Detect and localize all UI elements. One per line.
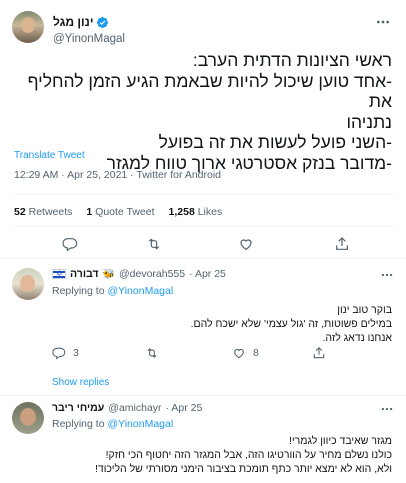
retweet-button[interactable] xyxy=(145,346,159,360)
israel-flag-icon xyxy=(52,269,66,279)
retweets-stat[interactable]: 52 Retweets xyxy=(14,206,72,218)
replying-to: Replying to @YinonMagal xyxy=(52,418,173,430)
reply-text: בוקר טוב ינון במילים פשוטות, זה 'גול עצמ… xyxy=(191,303,392,345)
replying-to: Replying to @YinonMagal xyxy=(52,285,173,297)
retweet-icon[interactable] xyxy=(146,236,162,252)
quotes-stat[interactable]: 1 Quote Tweet xyxy=(86,206,154,218)
reply-avatar[interactable] xyxy=(12,268,44,300)
divider xyxy=(12,194,394,195)
reply-date[interactable]: · Apr 25 xyxy=(189,268,226,280)
replying-handle[interactable]: @YinonMagal xyxy=(107,418,173,430)
tweet-text-line: -אחד טוען שיכול להיות שבאמת הגיע הזמן לה… xyxy=(27,70,392,112)
reply-icon xyxy=(52,347,66,360)
tweet-stats: 52 Retweets 1 Quote Tweet 1,258 Likes xyxy=(14,206,222,218)
reply-text-line: אנחנו נדאג לזה. xyxy=(322,332,393,344)
quotes-label: Quote Tweet xyxy=(95,206,155,218)
reply-handle[interactable]: @amichayr xyxy=(108,402,161,414)
reply-count: 3 xyxy=(73,347,79,359)
tweet-text-line: ראשי הציונות הדתית הערב: xyxy=(192,50,392,70)
reply-icon[interactable] xyxy=(62,236,78,252)
verified-badge-icon xyxy=(97,16,109,28)
reply-actions: 3 8 xyxy=(52,346,325,362)
reply-avatar[interactable] xyxy=(12,402,44,434)
likes-count: 1,258 xyxy=(168,206,195,218)
author-info: ינון מגל @YinonMagal xyxy=(53,14,125,45)
author-display-name[interactable]: ינון מגל xyxy=(53,15,93,29)
share-button[interactable] xyxy=(312,346,326,360)
main-tweet: ינון מגל @YinonMagal ראשי הציונות הדתית … xyxy=(0,0,406,259)
replying-handle[interactable]: @YinonMagal xyxy=(107,285,173,297)
reply-handle[interactable]: @devorah555 xyxy=(119,268,185,280)
heart-icon xyxy=(234,348,244,359)
reply-display-name[interactable]: עמיחי ריבר xyxy=(52,402,104,414)
reply-date[interactable]: · Apr 25 xyxy=(166,402,203,414)
more-horizontal-icon[interactable] xyxy=(380,402,394,416)
reply-text-line: ולא, הוא לא ימצא יותר כתף תומכת בציבור ה… xyxy=(94,463,392,475)
bee-icon: 🐝 xyxy=(102,268,115,280)
reply-text-line: במילים פשוטות, זה 'גול עצמי' שלא ישכח לה… xyxy=(190,318,392,330)
reply-display-name[interactable]: דבורה xyxy=(70,268,99,280)
tweet-text-line: נתניהו xyxy=(346,111,392,132)
reply-tweet[interactable]: עמיחי ריבר @amichayr · Apr 25 Replying t… xyxy=(0,397,406,483)
reply-header: עמיחי ריבר @amichayr · Apr 25 xyxy=(52,402,202,414)
reply-text-line: בוקר טוב ינון xyxy=(337,304,392,316)
show-replies-link[interactable]: Show replies xyxy=(52,377,109,388)
replying-prefix: Replying to xyxy=(52,418,105,430)
reply-text-line: מגזר שאיבד כיוון לגמרי! xyxy=(289,435,392,447)
likes-label: Likes xyxy=(197,206,223,218)
more-horizontal-icon[interactable] xyxy=(375,14,391,30)
reply-tweet[interactable]: דבורה 🐝 @devorah555 · Apr 25 Replying to… xyxy=(0,260,406,396)
author-avatar[interactable] xyxy=(12,11,44,43)
divider xyxy=(12,226,394,227)
translate-tweet-link[interactable]: Translate Tweet xyxy=(14,150,85,161)
more-horizontal-icon[interactable] xyxy=(380,268,394,282)
reply-header: דבורה 🐝 @devorah555 · Apr 25 xyxy=(52,268,226,280)
tweet-timestamp[interactable]: 12:29 AM · Apr 25, 2021 · Twitter for An… xyxy=(14,169,221,181)
reply-button[interactable]: 3 xyxy=(52,346,79,360)
author-handle[interactable]: @YinonMagal xyxy=(53,33,125,45)
retweets-label: Retweets xyxy=(28,206,73,218)
share-icon[interactable] xyxy=(334,236,350,252)
retweets-count: 52 xyxy=(14,206,26,218)
likes-stat[interactable]: 1,258 Likes xyxy=(169,206,223,218)
heart-icon[interactable] xyxy=(238,236,254,252)
quotes-count: 1 xyxy=(86,206,93,218)
like-count: 8 xyxy=(253,347,259,359)
share-icon xyxy=(313,347,325,359)
replying-prefix: Replying to xyxy=(52,285,105,297)
like-button[interactable]: 8 xyxy=(232,346,259,360)
reply-text-line: כולנו נשלם מחיר על הוורטיגו הזה, אבל המג… xyxy=(105,449,392,461)
reply-text: מגזר שאיבד כיוון לגמרי! כולנו נשלם מחיר … xyxy=(95,434,392,476)
retweet-icon xyxy=(147,348,157,358)
